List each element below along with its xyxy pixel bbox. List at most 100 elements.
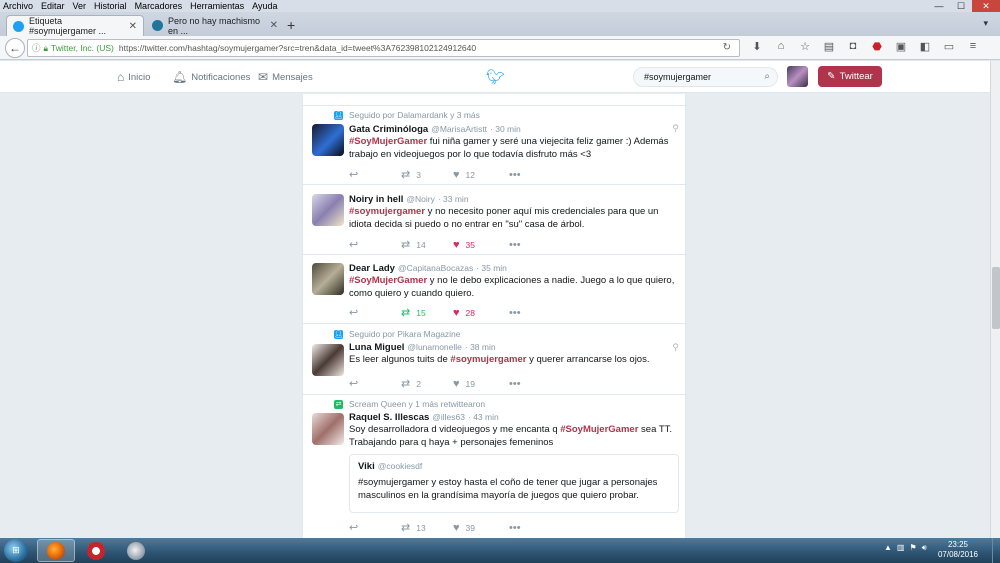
- reply-button[interactable]: ↩: [349, 168, 401, 181]
- reply-button[interactable]: ↩: [349, 306, 401, 319]
- more-button[interactable]: •••: [509, 307, 527, 319]
- more-button[interactable]: •••: [509, 169, 527, 181]
- like-button[interactable]: ♥ 28: [453, 307, 509, 319]
- tweet-time[interactable]: · 38 min: [465, 342, 496, 352]
- scrollbar-thumb[interactable]: [992, 267, 1000, 329]
- tweet-time[interactable]: · 35 min: [476, 263, 507, 273]
- star-icon[interactable]: ☆: [793, 40, 817, 53]
- menu-edit[interactable]: Editar: [41, 1, 65, 11]
- avatar[interactable]: [312, 124, 344, 156]
- hashtag-link[interactable]: #SoyMujerGamer: [349, 275, 427, 286]
- menu-history[interactable]: Historial: [94, 1, 127, 11]
- author-name[interactable]: Gata Criminóloga: [349, 124, 428, 135]
- maximize-button[interactable]: ☐: [950, 0, 972, 12]
- menu-tools[interactable]: Herramientas: [190, 1, 244, 11]
- author-name[interactable]: Raquel S. Illescas: [349, 412, 429, 423]
- tweet-time[interactable]: · 30 min: [490, 124, 521, 134]
- nav-notifications[interactable]: 🔔︎ Notificaciones: [172, 70, 250, 84]
- user-avatar[interactable]: [787, 66, 808, 87]
- vertical-scrollbar[interactable]: [990, 61, 1000, 538]
- nav-home[interactable]: ⌂ Inicio: [117, 70, 150, 84]
- search-icon[interactable]: ⌕: [764, 71, 770, 82]
- retweet-button[interactable]: ⇄ 14: [401, 238, 453, 251]
- show-hidden-icons-icon[interactable]: ▲: [884, 543, 892, 553]
- home-icon[interactable]: ⌂: [769, 40, 793, 53]
- retweet-button[interactable]: ⇄ 3: [401, 168, 453, 181]
- retweet-button[interactable]: ⇄ 13: [401, 521, 453, 534]
- tweet[interactable]: Noiry in hell @Noiry · 33 min #soymujergam…: [303, 186, 687, 255]
- taskbar-paint[interactable]: [117, 539, 155, 562]
- tweet-time[interactable]: · 43 min: [468, 412, 499, 422]
- tweet[interactable]: Dear Lady @CapitanaBocazas · 35 min #SoyMu…: [303, 256, 687, 324]
- reading-list-icon[interactable]: ▤: [817, 40, 841, 53]
- search-input[interactable]: #soymujergamer ⌕: [633, 67, 778, 87]
- extension-icon[interactable]: ◧: [913, 40, 937, 53]
- avatar[interactable]: [312, 194, 344, 226]
- hashtag-link[interactable]: #soymujergamer: [349, 206, 425, 217]
- author-name[interactable]: Noiry in hell: [349, 194, 403, 205]
- extension-icon[interactable]: ▭: [937, 40, 961, 53]
- tweet[interactable]: 👤︎ Seguido por Pikara Magazine Luna Migu…: [303, 325, 687, 395]
- url-text[interactable]: https://twitter.com/hashtag/soymujergame…: [119, 43, 476, 53]
- author-handle[interactable]: @MarisaArtistt: [431, 124, 487, 134]
- retweet-button[interactable]: ⇄ 2: [401, 377, 453, 390]
- tweet-button[interactable]: ✎ Twittear: [818, 66, 882, 87]
- reply-button[interactable]: ↩: [349, 238, 401, 251]
- menu-view[interactable]: Ver: [73, 1, 87, 11]
- avatar[interactable]: [312, 263, 344, 295]
- avatar[interactable]: [312, 413, 344, 445]
- menu-help[interactable]: Ayuda: [252, 1, 277, 11]
- like-button[interactable]: ♥ 35: [453, 239, 509, 251]
- network-icon[interactable]: ▥: [897, 543, 905, 553]
- taskbar-firefox[interactable]: [37, 539, 75, 562]
- author-handle[interactable]: @lunamonelle: [407, 342, 461, 352]
- author-name[interactable]: Dear Lady: [349, 263, 395, 274]
- author-handle[interactable]: @Noiry: [406, 194, 434, 204]
- avatar[interactable]: [312, 344, 344, 376]
- info-icon[interactable]: ⓘ: [32, 42, 41, 54]
- address-bar[interactable]: ⓘ 🔒︎ Twitter, Inc. (US) https://twitter.…: [27, 39, 740, 57]
- back-button[interactable]: ←: [5, 38, 25, 58]
- adblock-icon[interactable]: ⬣: [865, 40, 889, 53]
- like-button[interactable]: ♥ 39: [453, 522, 509, 534]
- like-button[interactable]: ♥ 12: [453, 169, 509, 181]
- taskbar-app[interactable]: [77, 539, 115, 562]
- system-clock[interactable]: 23:25 07/08/2016: [926, 540, 990, 560]
- more-button[interactable]: •••: [509, 239, 527, 251]
- tab-wordpress-article[interactable]: Pero no hay machismo en ... ✕: [146, 15, 284, 36]
- menu-icon[interactable]: ≡: [961, 40, 985, 53]
- reload-icon[interactable]: ↻: [723, 42, 731, 53]
- hashtag-link[interactable]: #SoyMujerGamer: [560, 424, 638, 435]
- close-window-button[interactable]: ✕: [972, 0, 1000, 12]
- hashtag-link[interactable]: #soymujergamer: [450, 354, 526, 365]
- more-button[interactable]: •••: [509, 378, 527, 390]
- retweet-button[interactable]: ⇄ 15: [401, 306, 453, 319]
- flag-icon[interactable]: ⚑: [909, 543, 916, 553]
- hashtag-link[interactable]: #SoyMujerGamer: [349, 136, 427, 147]
- windows-start-icon[interactable]: ⊞: [4, 539, 28, 562]
- menu-bookmarks[interactable]: Marcadores: [135, 1, 183, 11]
- tab-twitter-hashtag[interactable]: Etiqueta #soymujergamer ... ✕: [6, 15, 144, 36]
- show-desktop-button[interactable]: [992, 538, 1000, 563]
- site-identity[interactable]: Twitter, Inc. (US): [51, 43, 114, 53]
- more-button[interactable]: •••: [509, 522, 527, 534]
- twitter-bird-icon[interactable]: 🐦︎: [486, 68, 505, 86]
- author-name[interactable]: Luna Miguel: [349, 342, 404, 353]
- minimize-button[interactable]: —: [928, 0, 950, 12]
- tweet[interactable]: 👤︎ Seguido por Dalamardank y 3 más Gata …: [303, 107, 687, 185]
- close-tab-icon[interactable]: ✕: [270, 20, 278, 31]
- close-tab-icon[interactable]: ✕: [129, 21, 137, 32]
- quoted-tweet[interactable]: Viki @cookiesdf #soymujergamer y estoy ha…: [349, 454, 679, 513]
- download-icon[interactable]: ⬇: [745, 40, 769, 53]
- tweet[interactable]: ⇄ Scream Queen y 1 más retwittearon Raqu…: [303, 396, 687, 538]
- reply-button[interactable]: ↩: [349, 521, 401, 534]
- menu-file[interactable]: Archivo: [3, 1, 33, 11]
- tab-list-dropdown-icon[interactable]: ▾: [983, 18, 988, 29]
- author-handle[interactable]: @CapitanaBocazas: [398, 263, 473, 273]
- nav-messages[interactable]: ✉ Mensajes: [258, 70, 313, 84]
- screenshot-icon[interactable]: ▣: [889, 40, 913, 53]
- pocket-icon[interactable]: ◘: [841, 40, 865, 53]
- author-handle[interactable]: @illes63: [432, 412, 465, 422]
- reply-button[interactable]: ↩: [349, 377, 401, 390]
- tweet-time[interactable]: · 33 min: [438, 194, 469, 204]
